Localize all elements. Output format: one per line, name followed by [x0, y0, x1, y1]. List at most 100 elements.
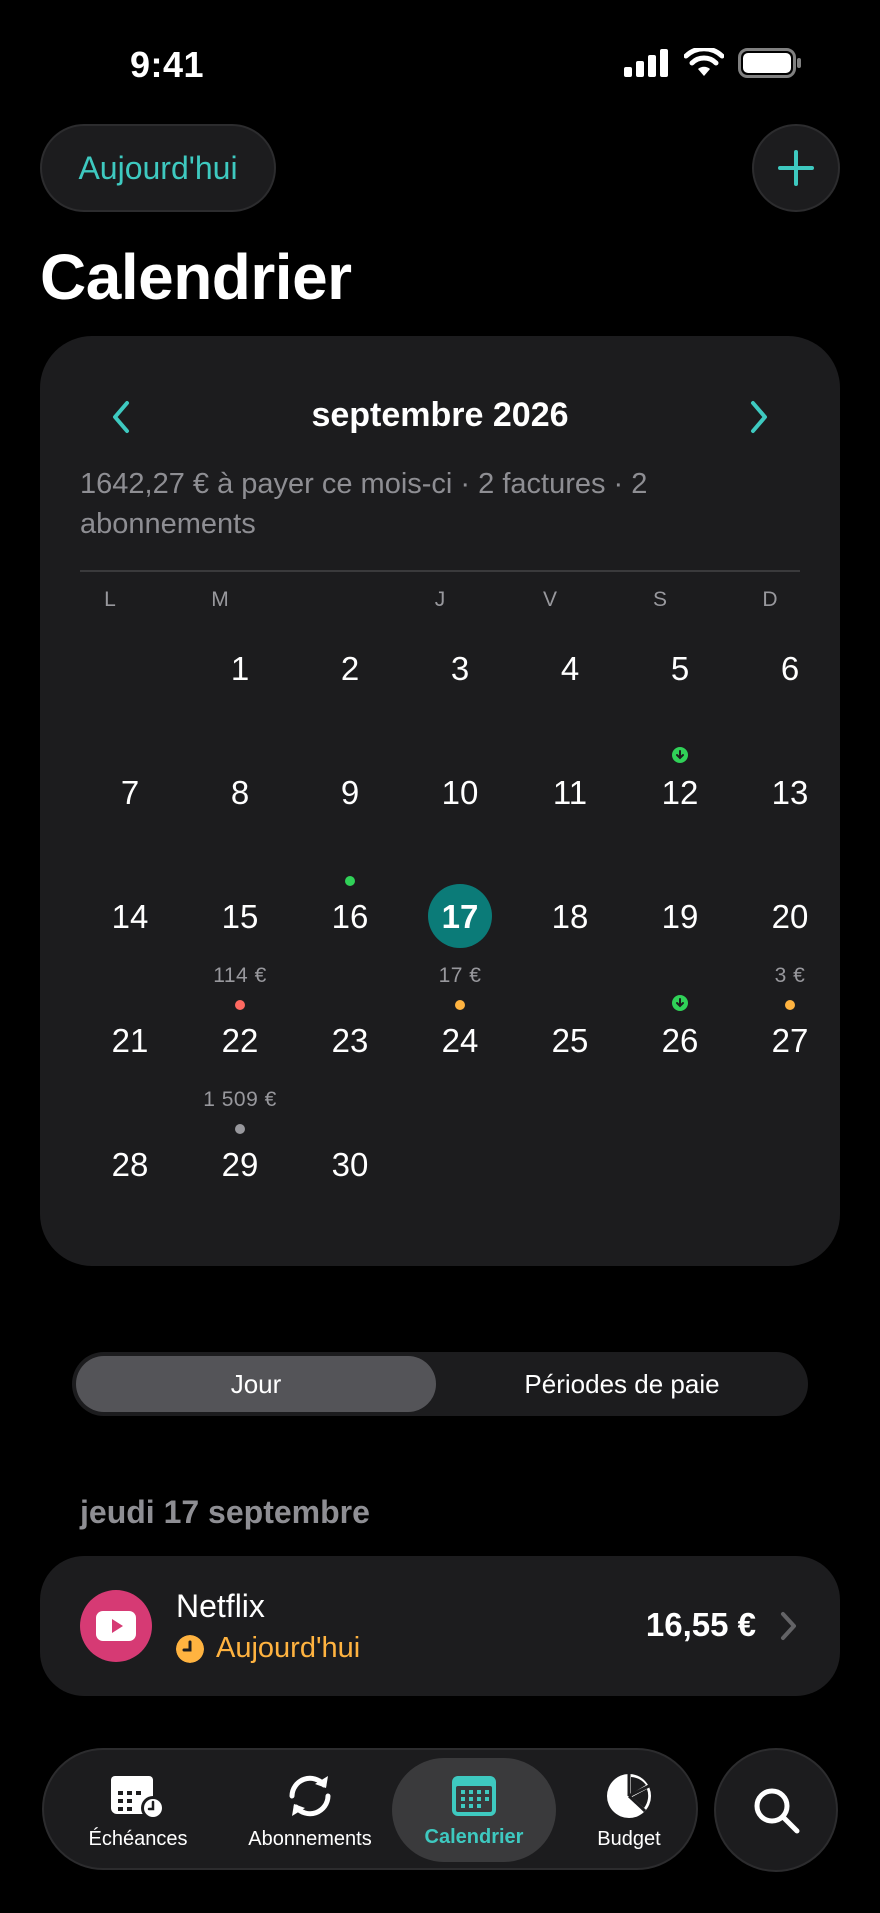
tab-abonnements[interactable]: Abonnements	[230, 1758, 390, 1862]
day-number: 1	[230, 650, 250, 687]
day-amount: 3 €	[774, 964, 806, 987]
day-cell[interactable]: 25	[515, 1008, 625, 1132]
day-amount: 1 509 €	[203, 1088, 277, 1111]
day-number: 25	[551, 1022, 589, 1059]
day-number: 16	[331, 898, 369, 935]
search-button[interactable]	[714, 1748, 838, 1872]
tab-label: Calendrier	[424, 1826, 524, 1848]
day-cell-today[interactable]: 17 17 €	[405, 884, 515, 1010]
wifi-icon	[684, 48, 724, 76]
day-number: 29	[221, 1146, 259, 1183]
signal-icon	[624, 49, 668, 77]
day-number: 24	[441, 1022, 479, 1059]
day-number: 28	[111, 1146, 149, 1183]
refresh-icon	[289, 1775, 331, 1817]
day-cell[interactable]: 21	[75, 1008, 185, 1132]
day-number: 11	[552, 774, 588, 811]
tab-label: Budget	[597, 1828, 661, 1850]
tab-budget[interactable]: Budget	[574, 1758, 684, 1862]
day-cell[interactable]: 1	[185, 636, 295, 760]
tab-label: Échéances	[88, 1828, 188, 1850]
day-cell[interactable]: 18	[515, 884, 625, 1008]
day-grid: 1 2 3 4 5 6 7 8 9 10 11 12 13 14 15 114 €16 17 17 €18 19 20…	[40, 336, 840, 1266]
day-cell[interactable]: 7	[75, 760, 185, 884]
day-number: 19	[661, 898, 699, 935]
day-cell[interactable]: 13	[735, 760, 845, 884]
day-number: 23	[331, 1022, 369, 1059]
day-cell[interactable]: 10	[405, 760, 515, 884]
day-cell[interactable]: 5	[625, 636, 735, 763]
event-status-label: Aujourd'hui	[216, 1632, 361, 1664]
day-number: 27	[771, 1022, 809, 1059]
day-cell[interactable]: 29	[185, 1132, 295, 1256]
chevron-right-icon	[781, 1612, 796, 1640]
day-number: 13	[771, 774, 809, 811]
day-number: 8	[230, 774, 250, 811]
day-cell[interactable]: 19	[625, 884, 735, 1011]
day-number: 26	[661, 1022, 699, 1059]
today-button[interactable]: Aujourd'hui	[40, 124, 276, 212]
day-cell[interactable]: 16	[295, 884, 405, 1008]
day-number: 4	[560, 650, 580, 687]
day-number: 12	[661, 774, 699, 811]
segment-pay-periods[interactable]: Périodes de paie	[440, 1356, 804, 1412]
pie-chart-icon	[607, 1774, 651, 1818]
day-cell[interactable]: 20 3 €	[735, 884, 845, 1010]
selected-date-heading: jeudi 17 septembre	[80, 1494, 370, 1530]
day-cell[interactable]: 30	[295, 1132, 405, 1256]
day-number: 18	[551, 898, 589, 935]
day-number: 7	[120, 774, 140, 811]
play-icon	[96, 1611, 136, 1641]
day-cell[interactable]: 27	[735, 1008, 845, 1132]
day-number: 17	[441, 898, 479, 935]
day-number: 30	[331, 1146, 369, 1183]
day-cell[interactable]: 4	[515, 636, 625, 760]
day-cell[interactable]: 23	[295, 1008, 405, 1132]
day-cell[interactable]: 9	[295, 760, 405, 886]
day-number: 14	[111, 898, 149, 935]
day-cell[interactable]: 2	[295, 636, 405, 760]
day-cell[interactable]: 14	[75, 884, 185, 1008]
tab-calendrier[interactable]: Calendrier	[392, 1758, 556, 1862]
tab-echeances[interactable]: Échéances	[68, 1758, 208, 1862]
segment-day[interactable]: Jour	[76, 1356, 436, 1412]
day-amount: 17 €	[438, 964, 482, 987]
battery-icon	[738, 48, 801, 78]
day-cell[interactable]: 15 114 €	[185, 884, 295, 1010]
event-status: Aujourd'hui	[176, 1632, 360, 1665]
day-number: 9	[340, 774, 360, 811]
day-number: 22	[221, 1022, 259, 1059]
calendar-card: septembre 2026 1642,27 € à payer ce mois…	[40, 336, 840, 1266]
day-cell[interactable]: 3	[405, 636, 515, 760]
search-icon	[754, 1788, 800, 1834]
day-number: 10	[441, 774, 479, 811]
status-bar: 9:41	[0, 0, 880, 110]
view-segmented-control: Jour Périodes de paie	[72, 1352, 808, 1416]
day-cell[interactable]: 24	[405, 1008, 515, 1132]
status-icons	[624, 48, 802, 78]
event-name: Netflix	[176, 1588, 265, 1624]
event-row[interactable]: Netflix Aujourd'hui 16,55 €	[40, 1556, 840, 1696]
day-number: 21	[111, 1022, 149, 1059]
day-cell[interactable]: 11	[515, 760, 625, 884]
day-number: 3	[450, 650, 470, 687]
day-cell[interactable]: 22 1 509 €	[185, 1008, 295, 1134]
add-button[interactable]	[752, 124, 840, 212]
event-amount: 16,55 €	[645, 1606, 756, 1643]
clock-icon	[176, 1634, 204, 1663]
page-title: Calendrier	[40, 241, 352, 313]
day-cell[interactable]: 8	[185, 760, 295, 884]
day-number: 20	[771, 898, 809, 935]
day-cell[interactable]: 26	[625, 1008, 735, 1132]
day-cell[interactable]: 6	[735, 636, 845, 760]
day-number: 6	[780, 650, 800, 687]
day-cell[interactable]: 28	[75, 1132, 185, 1256]
calendar-icon	[452, 1776, 496, 1816]
day-number: 2	[340, 650, 360, 687]
tab-label: Abonnements	[248, 1828, 372, 1850]
day-amount: 114 €	[213, 964, 267, 987]
status-time: 9:41	[130, 44, 205, 85]
event-app-icon	[80, 1590, 152, 1662]
day-number: 5	[670, 650, 690, 687]
day-cell[interactable]: 12	[625, 760, 735, 884]
